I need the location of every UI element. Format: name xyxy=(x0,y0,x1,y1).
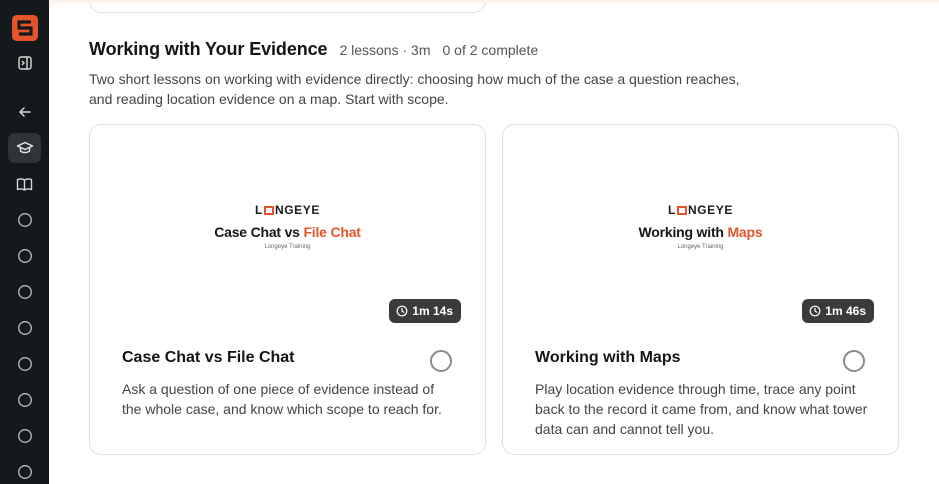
book-icon xyxy=(16,177,33,191)
clock-icon xyxy=(396,305,408,317)
section-title: Working with Your Evidence xyxy=(89,39,328,59)
main-content: Working with Your Evidence 2 lessons · 3… xyxy=(49,3,939,484)
sidebar-lesson-1[interactable] xyxy=(8,205,41,235)
lesson-circle-icon xyxy=(17,213,32,227)
lesson-thumbnail[interactable]: L NGEYE Working with Maps Longeye Trainin… xyxy=(503,125,898,335)
nav-training[interactable] xyxy=(8,133,41,163)
clock-icon xyxy=(809,305,821,317)
lesson-thumbnail[interactable]: L NGEYE Case Chat vs File Chat Longeye Tr… xyxy=(90,125,485,335)
lesson-circle-icon xyxy=(17,429,32,443)
lesson-circle-icon xyxy=(17,249,32,263)
thumbnail-title: Case Chat vs File Chat xyxy=(214,224,361,240)
sidebar-lesson-8[interactable] xyxy=(8,457,41,484)
sidebar-lesson-2[interactable] xyxy=(8,241,41,271)
brand-mark-icon xyxy=(263,206,274,215)
back-arrow-icon xyxy=(18,107,31,117)
thumbnail-subtitle: Longeye Training xyxy=(264,244,311,250)
section-header: Working with Your Evidence 2 lessons · 3… xyxy=(89,39,538,60)
nav-library[interactable] xyxy=(8,169,41,199)
lesson-circle-icon xyxy=(17,357,32,371)
lesson-title[interactable]: Working with Maps xyxy=(535,349,680,367)
lesson-circle-icon xyxy=(17,393,32,407)
graduation-cap-icon xyxy=(16,141,33,154)
sidebar-lesson-3[interactable] xyxy=(8,277,41,307)
sidebar-lesson-5[interactable] xyxy=(8,349,41,379)
brand-mark-icon xyxy=(676,206,687,215)
lesson-title[interactable]: Case Chat vs File Chat xyxy=(122,349,295,367)
lesson-card[interactable]: L NGEYE Case Chat vs File Chat Longeye Tr… xyxy=(89,124,486,455)
duration-badge: 1m 14s xyxy=(389,299,461,323)
completion-checkbox[interactable] xyxy=(430,350,452,372)
brand-logo: L NGEYE xyxy=(668,203,733,217)
lesson-card[interactable]: L NGEYE Working with Maps Longeye Trainin… xyxy=(502,124,899,455)
lesson-description: Ask a question of one piece of evidence … xyxy=(122,381,442,417)
sidebar-lesson-4[interactable] xyxy=(8,313,41,343)
section-meta: 2 lessons · 3m xyxy=(339,42,431,58)
section-description: Two short lessons on working with eviden… xyxy=(89,71,740,107)
sidebar-lesson-7[interactable] xyxy=(8,421,41,451)
lesson-description: Play location evidence through time, tra… xyxy=(535,381,868,437)
sidebar-lesson-6[interactable] xyxy=(8,385,41,415)
brand-logo: L NGEYE xyxy=(255,203,320,217)
logo-icon[interactable] xyxy=(12,15,38,41)
completion-checkbox[interactable] xyxy=(843,350,865,372)
previous-lesson-card[interactable] xyxy=(89,3,486,13)
lesson-circle-icon xyxy=(17,321,32,335)
back-button[interactable] xyxy=(8,97,41,127)
duration-badge: 1m 46s xyxy=(802,299,874,323)
thumbnail-subtitle: Longeye Training xyxy=(677,244,724,250)
toggle-sidebar-icon xyxy=(17,56,32,70)
thumbnail-title: Working with Maps xyxy=(638,224,763,240)
lesson-circle-icon xyxy=(17,465,32,479)
section-progress: 0 of 2 complete xyxy=(442,42,539,58)
sidebar xyxy=(0,0,49,484)
toggle-sidebar-button[interactable] xyxy=(8,48,41,78)
lesson-circle-icon xyxy=(17,285,32,299)
